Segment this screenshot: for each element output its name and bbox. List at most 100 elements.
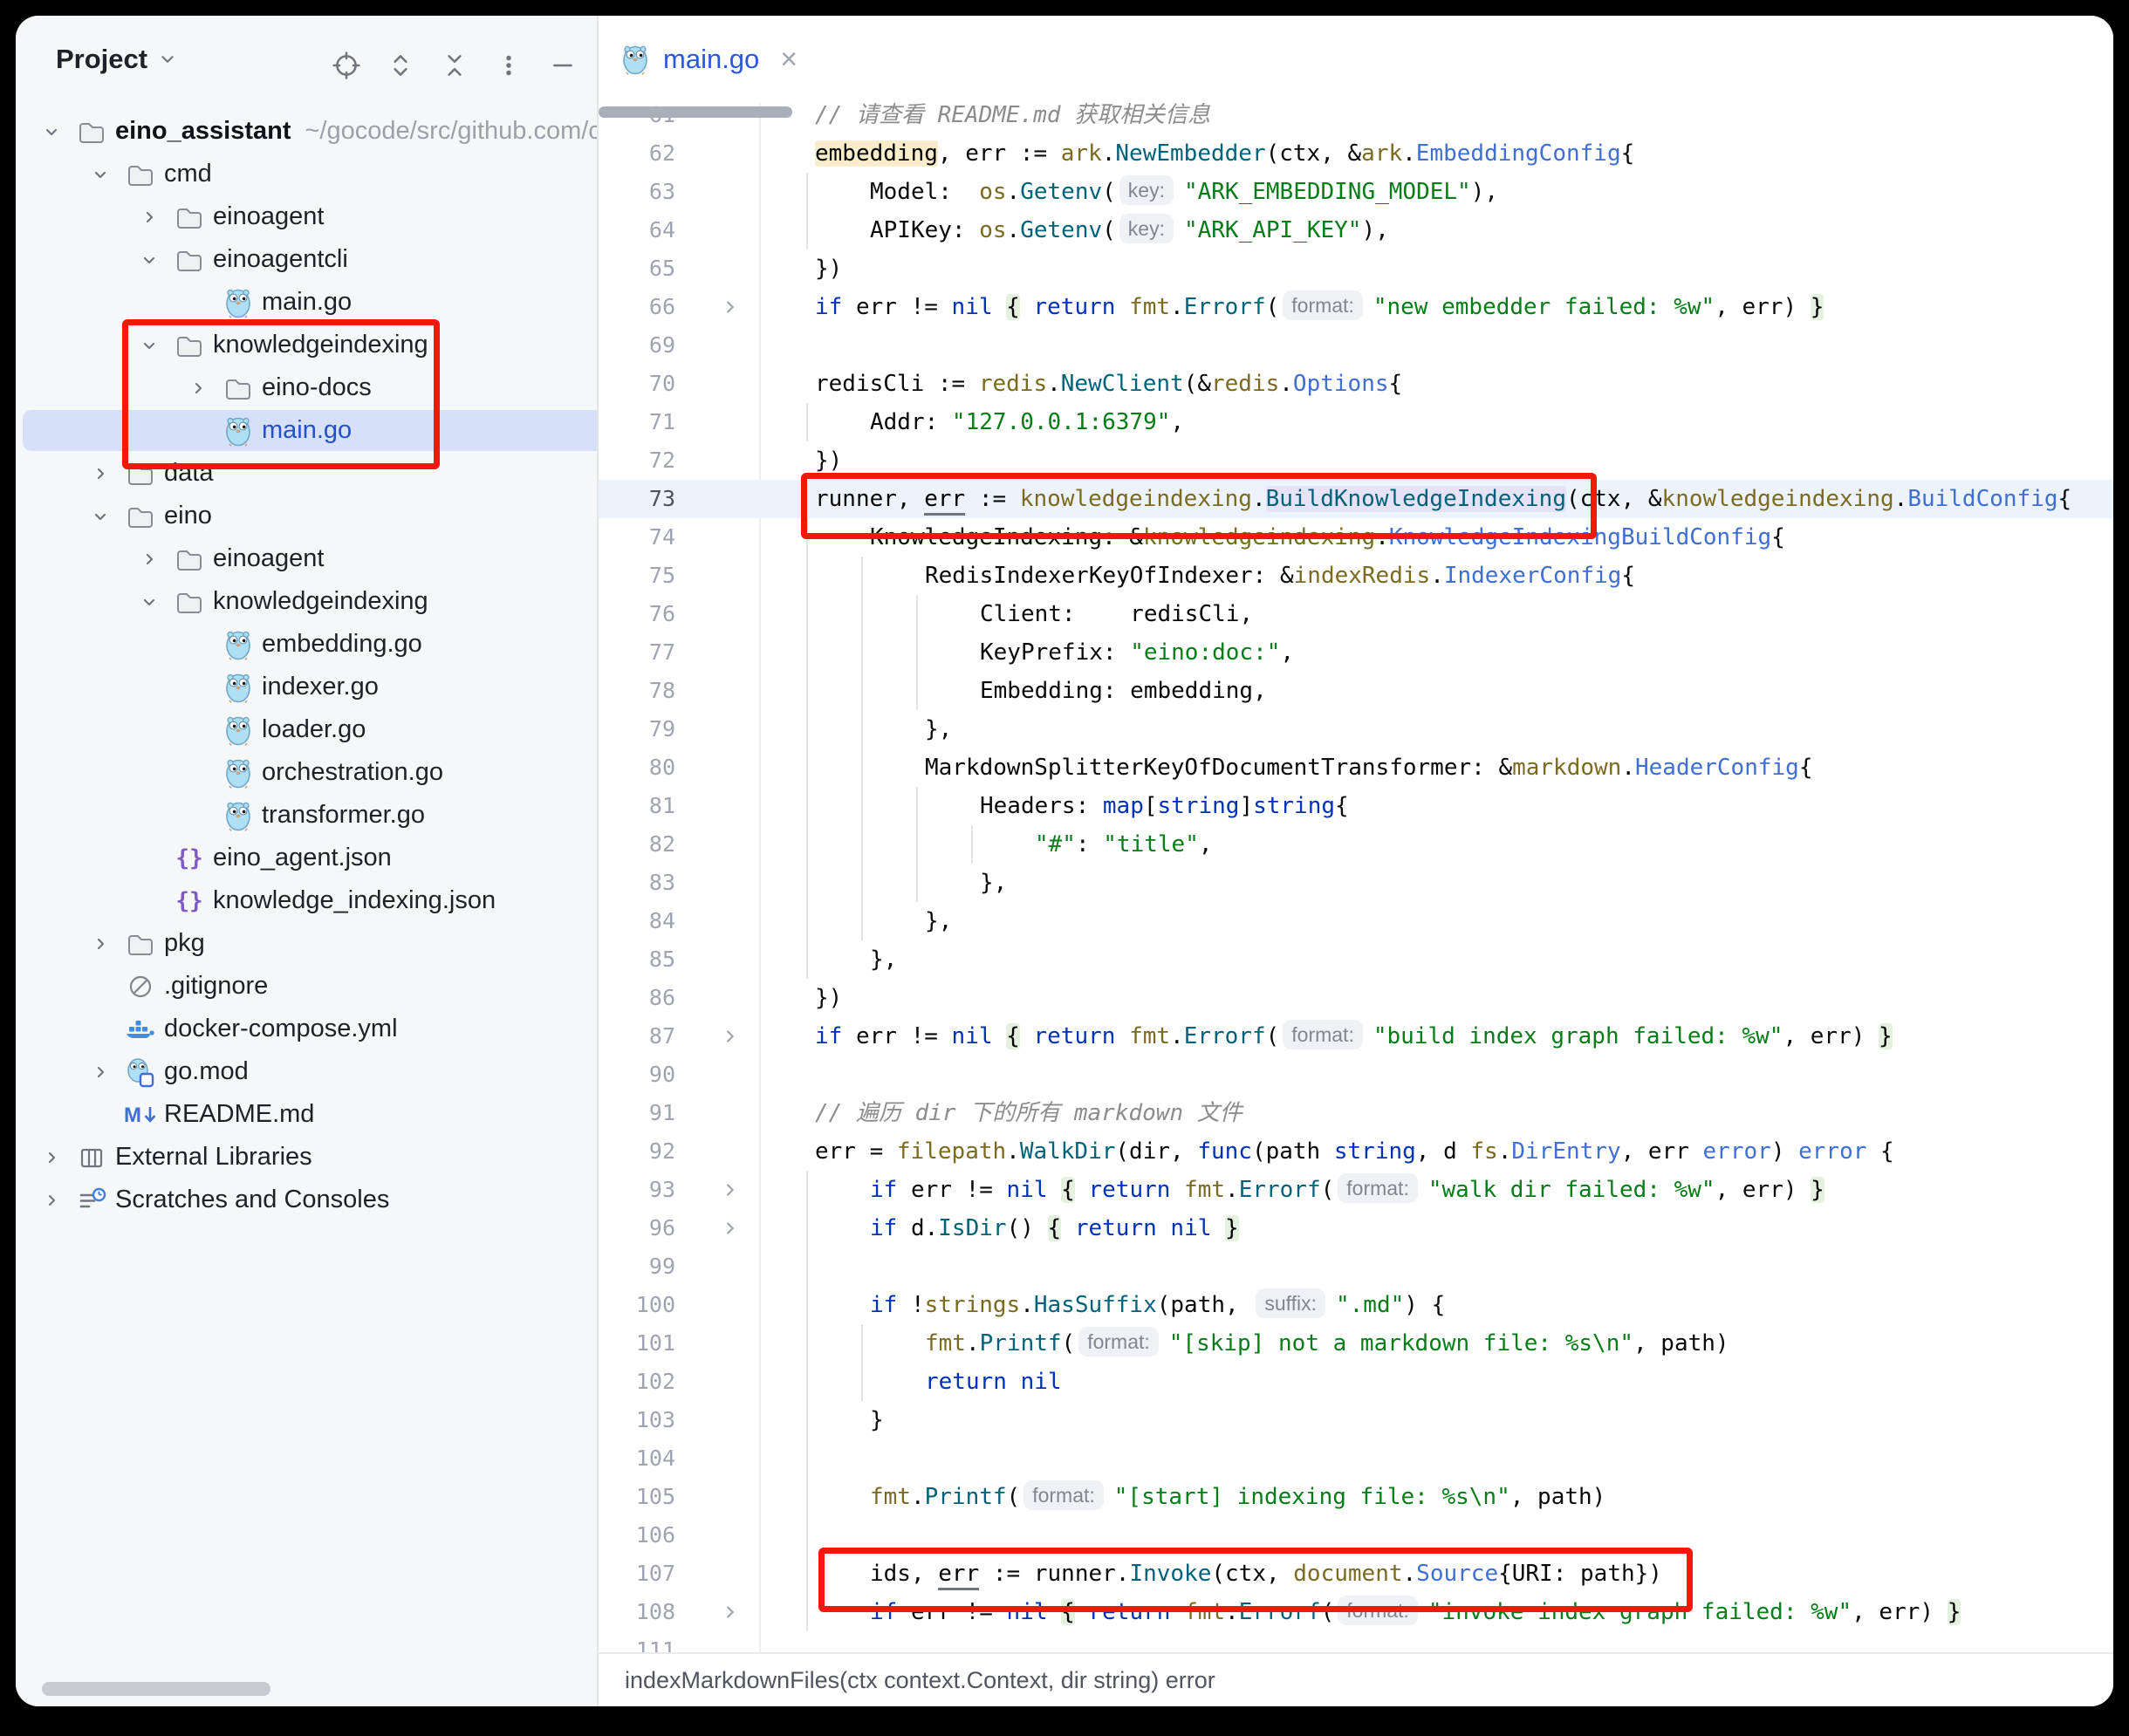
chevron-down-icon[interactable] — [129, 335, 169, 356]
line-number[interactable]: 100 — [599, 1286, 675, 1324]
tree-row-embedding.go[interactable]: embedding.go — [16, 623, 597, 666]
line-number[interactable]: 62 — [599, 134, 675, 173]
close-tab-icon[interactable]: × — [780, 44, 798, 74]
fold-arrow-icon[interactable] — [675, 1017, 759, 1056]
code-line-101[interactable]: 101fmt.Printf(format:"[skip] not a markd… — [599, 1324, 2113, 1363]
line-number[interactable]: 71 — [599, 403, 675, 441]
code-line-77[interactable]: 77KeyPrefix: "eino:doc:", — [599, 633, 2113, 672]
code-line-75[interactable]: 75RedisIndexerKeyOfIndexer: &indexRedis.… — [599, 557, 2113, 595]
tree-row-transformer.go[interactable]: transformer.go — [16, 794, 597, 837]
chevron-down-icon[interactable] — [80, 164, 120, 185]
chevron-down-icon[interactable] — [129, 591, 169, 612]
code-line-72[interactable]: 72}) — [599, 441, 2113, 480]
code-line-73[interactable]: 73runner, err := knowledgeindexing.Build… — [599, 480, 2113, 518]
chevron-down-icon[interactable] — [80, 506, 120, 527]
code-line-93[interactable]: 93if err != nil { return fmt.Errorf(form… — [599, 1171, 2113, 1209]
line-number[interactable]: 63 — [599, 173, 675, 211]
line-number[interactable]: 91 — [599, 1094, 675, 1132]
chevron-right-icon[interactable] — [31, 1147, 72, 1168]
tree-row-loader.go[interactable]: loader.go — [16, 708, 597, 751]
code-line-104[interactable]: 104 — [599, 1439, 2113, 1478]
line-number[interactable]: 79 — [599, 710, 675, 748]
line-number[interactable]: 92 — [599, 1132, 675, 1171]
locate-target-icon[interactable] — [332, 51, 361, 80]
code-line-91[interactable]: 91// 遍历 dir 下的所有 markdown 文件 — [599, 1094, 2113, 1132]
editor-horizontal-scrollbar[interactable] — [599, 106, 792, 118]
line-number[interactable]: 74 — [599, 518, 675, 557]
line-number[interactable]: 86 — [599, 979, 675, 1017]
line-number[interactable]: 90 — [599, 1056, 675, 1094]
code-line-83[interactable]: 83}, — [599, 864, 2113, 902]
code-line-100[interactable]: 100if !strings.HasSuffix(path, suffix:".… — [599, 1286, 2113, 1324]
code-line-102[interactable]: 102return nil — [599, 1363, 2113, 1401]
line-number[interactable]: 69 — [599, 326, 675, 365]
hide-panel-icon[interactable] — [548, 51, 578, 80]
line-number[interactable]: 70 — [599, 365, 675, 403]
tree-row-readme.md[interactable]: MREADME.md — [16, 1093, 597, 1136]
tree-row-indexer.go[interactable]: indexer.go — [16, 666, 597, 708]
tab-main-go[interactable]: main.go × — [621, 33, 798, 85]
code-viewport[interactable]: 61// 请查看 README.md 获取相关信息62embedding, er… — [599, 16, 2113, 1652]
code-line-71[interactable]: 71Addr: "127.0.0.1:6379", — [599, 403, 2113, 441]
code-line-69[interactable]: 69 — [599, 326, 2113, 365]
line-number[interactable]: 77 — [599, 633, 675, 672]
sidebar-horizontal-scrollbar[interactable] — [42, 1682, 270, 1696]
code-line-82[interactable]: 82"#": "title", — [599, 825, 2113, 864]
line-number[interactable]: 85 — [599, 940, 675, 979]
line-number[interactable]: 66 — [599, 288, 675, 326]
fold-arrow-icon[interactable] — [675, 1593, 759, 1631]
line-number[interactable]: 107 — [599, 1555, 675, 1593]
line-number[interactable]: 84 — [599, 902, 675, 940]
line-number[interactable]: 72 — [599, 441, 675, 480]
line-number[interactable]: 101 — [599, 1324, 675, 1363]
tree-row-eino-assistant[interactable]: eino_assistant~/gocode/src/github.com/cl… — [16, 110, 597, 153]
code-line-108[interactable]: 108if err != nil { return fmt.Errorf(for… — [599, 1593, 2113, 1631]
expand-all-icon[interactable] — [386, 51, 415, 80]
line-number[interactable]: 111 — [599, 1631, 675, 1652]
code-line-79[interactable]: 79}, — [599, 710, 2113, 748]
code-line-64[interactable]: 64APIKey: os.Getenv(key:"ARK_API_KEY"), — [599, 211, 2113, 249]
code-line-81[interactable]: 81Headers: map[string]string{ — [599, 787, 2113, 825]
code-line-99[interactable]: 99 — [599, 1247, 2113, 1286]
line-number[interactable]: 78 — [599, 672, 675, 710]
chevron-right-icon[interactable] — [80, 463, 120, 484]
tree-row-go.mod[interactable]: go.mod — [16, 1050, 597, 1093]
code-line-86[interactable]: 86}) — [599, 979, 2113, 1017]
code-line-85[interactable]: 85}, — [599, 940, 2113, 979]
project-panel-title[interactable]: Project — [56, 44, 177, 75]
code-line-87[interactable]: 87if err != nil { return fmt.Errorf(form… — [599, 1017, 2113, 1056]
chevron-down-icon[interactable] — [129, 249, 169, 270]
fold-arrow-icon[interactable] — [675, 1171, 759, 1209]
line-number[interactable]: 108 — [599, 1593, 675, 1631]
line-number[interactable]: 75 — [599, 557, 675, 595]
line-number[interactable]: 87 — [599, 1017, 675, 1056]
tree-row-.gitignore[interactable]: .gitignore — [16, 965, 597, 1008]
line-number[interactable]: 104 — [599, 1439, 675, 1478]
code-line-92[interactable]: 92err = filepath.WalkDir(dir, func(path … — [599, 1132, 2113, 1171]
code-line-103[interactable]: 103} — [599, 1401, 2113, 1439]
code-line-66[interactable]: 66if err != nil { return fmt.Errorf(form… — [599, 288, 2113, 326]
tree-row-einoagent[interactable]: einoagent — [16, 195, 597, 238]
tree-row-eino[interactable]: eino — [16, 495, 597, 537]
tree-row-main.go[interactable]: main.go — [16, 409, 597, 452]
line-number[interactable]: 102 — [599, 1363, 675, 1401]
tree-row-knowledgeindexing[interactable]: knowledgeindexing — [16, 324, 597, 366]
code-line-105[interactable]: 105fmt.Printf(format:"[start] indexing f… — [599, 1478, 2113, 1516]
tree-row-cmd[interactable]: cmd — [16, 153, 597, 195]
tree-row-eino-agent.json[interactable]: {}eino_agent.json — [16, 837, 597, 879]
tree-row-knowledge-indexing.json[interactable]: {}knowledge_indexing.json — [16, 879, 597, 922]
line-number[interactable]: 73 — [599, 480, 675, 518]
line-number[interactable]: 81 — [599, 787, 675, 825]
code-line-96[interactable]: 96if d.IsDir() { return nil } — [599, 1209, 2113, 1247]
tree-row-scratches-and-consoles[interactable]: Scratches and Consoles — [16, 1179, 597, 1221]
fold-arrow-icon[interactable] — [675, 288, 759, 326]
tree-row-einoagent[interactable]: einoagent — [16, 537, 597, 580]
line-number[interactable]: 105 — [599, 1478, 675, 1516]
code-line-70[interactable]: 70redisCli := redis.NewClient(&redis.Opt… — [599, 365, 2113, 403]
chevron-right-icon[interactable] — [80, 1062, 120, 1083]
tree-row-einoagentcli[interactable]: einoagentcli — [16, 238, 597, 281]
chevron-right-icon[interactable] — [178, 378, 218, 399]
chevron-right-icon[interactable] — [129, 207, 169, 228]
code-line-106[interactable]: 106 — [599, 1516, 2113, 1555]
code-line-78[interactable]: 78Embedding: embedding, — [599, 672, 2113, 710]
